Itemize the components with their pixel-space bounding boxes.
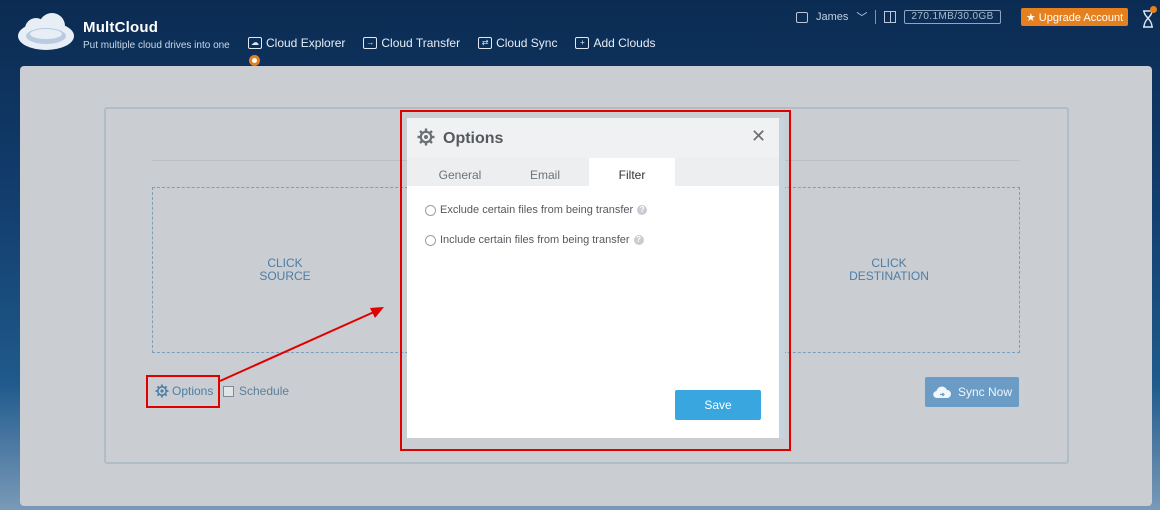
tab-email[interactable]: Email <box>510 158 580 186</box>
dialog-header: Options ✕ <box>407 118 779 158</box>
options-highlight-box <box>146 375 220 408</box>
source-label-line2: SOURCE <box>259 269 311 283</box>
user-name[interactable]: James <box>816 11 848 23</box>
source-selector[interactable]: CLICK SOURCE <box>152 187 418 353</box>
dialog-title: Options <box>443 130 504 147</box>
notification-badge <box>1150 6 1157 13</box>
tab-filter[interactable]: Filter <box>589 158 675 186</box>
cloud-transfer-icon: → <box>363 37 378 49</box>
nav-add-clouds-label: Add Clouds <box>593 36 656 50</box>
nav-cloud-transfer-label: Cloud Transfer <box>381 36 461 50</box>
schedule-toggle[interactable]: Schedule <box>223 384 289 398</box>
nav-cloud-transfer[interactable]: → Cloud Transfer <box>363 36 460 50</box>
sync-now-button[interactable]: Sync Now <box>925 377 1019 407</box>
gear-icon <box>417 128 435 146</box>
close-icon[interactable]: ✕ <box>751 127 766 145</box>
options-dialog: Options ✕ General Email Filter Exclude c… <box>407 118 779 438</box>
multcloud-logo-icon[interactable] <box>14 12 78 52</box>
gift-icon[interactable] <box>884 11 897 23</box>
top-bar: MultCloud Put multiple cloud drives into… <box>0 0 1160 66</box>
cloud-sync-icon <box>933 386 951 399</box>
modal-edge <box>779 118 785 438</box>
filter-option-exclude[interactable]: Exclude certain files from being transfe… <box>425 204 648 216</box>
nav-add-clouds[interactable]: + Add Clouds <box>575 36 656 50</box>
cloud-sync-icon: ⇄ <box>478 37 493 49</box>
brand-name[interactable]: MultCloud <box>83 19 158 36</box>
nav-cloud-sync[interactable]: ⇄ Cloud Sync <box>478 36 557 50</box>
sync-now-label: Sync Now <box>957 385 1013 399</box>
destination-label-line2: DESTINATION <box>849 269 929 283</box>
storage-usage: 270.1MB/30.0GB <box>904 10 1001 24</box>
schedule-checkbox[interactable] <box>223 385 234 397</box>
tab-general[interactable]: General <box>425 158 495 186</box>
exclude-radio[interactable] <box>425 204 436 216</box>
filter-option-include[interactable]: Include certain files from being transfe… <box>425 234 644 246</box>
upgrade-account-button[interactable]: ★ Upgrade Account <box>1021 8 1128 26</box>
include-radio[interactable] <box>425 234 436 246</box>
brand-tagline: Put multiple cloud drives into one <box>83 40 230 51</box>
help-icon[interactable]: ? <box>637 205 648 215</box>
include-label: Include certain files from being transfe… <box>440 234 630 246</box>
premium-badge-icon <box>249 55 260 66</box>
add-clouds-icon: + <box>575 37 590 49</box>
destination-selector[interactable]: CLICK DESTINATION <box>758 187 1020 353</box>
save-button[interactable]: Save <box>675 390 761 420</box>
nav-cloud-sync-label: Cloud Sync <box>496 36 558 50</box>
cloud-explorer-icon: ☁ <box>248 37 262 49</box>
chevron-down-icon[interactable]: ﹀ <box>856 9 867 25</box>
main-nav: ☁ Cloud Explorer → Cloud Transfer ⇄ Clou… <box>248 36 656 50</box>
user-icon <box>796 11 808 23</box>
help-icon[interactable]: ? <box>633 235 644 245</box>
nav-cloud-explorer-label: Cloud Explorer <box>266 36 346 50</box>
user-area: James ﹀ 270.1MB/30.0GB <box>796 9 1001 25</box>
schedule-label: Schedule <box>239 384 290 398</box>
exclude-label: Exclude certain files from being transfe… <box>440 204 634 216</box>
dialog-tabs: General Email Filter <box>407 158 779 186</box>
divider <box>875 10 877 24</box>
nav-cloud-explorer[interactable]: ☁ Cloud Explorer <box>248 36 345 50</box>
